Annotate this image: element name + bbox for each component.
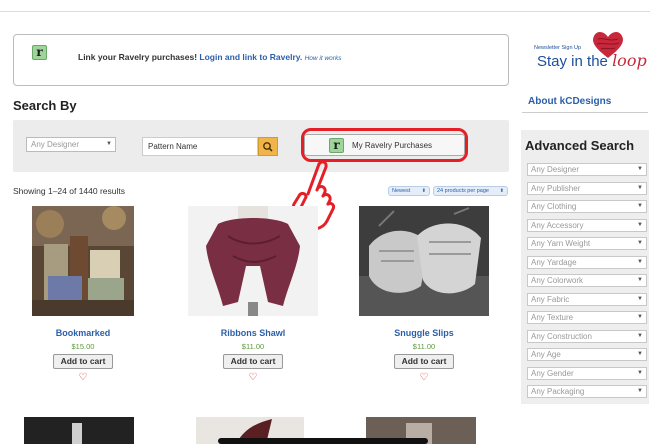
search-by-heading: Search By [13,98,77,113]
filter-publisher[interactable]: Any Publisher ▼ [527,181,647,195]
banner-message: Link your Ravelry purchases! Login and l… [78,52,341,62]
add-to-cart-button[interactable]: Add to cart [223,354,283,369]
filter-clothing[interactable]: Any Clothing ▼ [527,200,647,213]
product-image-bookmarked[interactable] [32,206,134,316]
advanced-search-title: Advanced Search [525,138,635,153]
chevron-down-icon: ⬍ [421,188,426,194]
ravelry-logo-icon: r [329,138,344,153]
chevron-down-icon: ▼ [637,240,643,246]
partial-image [24,417,134,444]
filter-yardage[interactable]: Any Yardage ▼ [527,255,647,269]
product-price: $11.00 [241,342,265,351]
newsletter-signup[interactable]: Newsletter Sign Up Stay in the loop [525,28,647,78]
horizontal-scrollbar[interactable] [218,438,428,444]
filter-value: Any Gender [531,368,574,378]
wishlist-heart-icon[interactable]: ♡ [198,372,308,383]
newsletter-title: Stay in the loop [537,51,647,70]
search-icon [263,142,273,152]
filter-value: Any Packaging [531,387,585,396]
product-image-partial[interactable] [24,417,134,444]
ravelry-purchases-label: My Ravelry Purchases [352,141,433,150]
filter-value: Any Yarn Weight [531,239,591,248]
product-name[interactable]: Bookmarked [28,328,138,338]
about-divider [522,112,648,113]
search-panel: Any Designer ▼ Pattern Name r My Ravelry… [13,120,509,172]
pattern-name-input[interactable]: Pattern Name [142,137,258,156]
sort-value: Newest [392,188,411,194]
filter-value: Any Texture [531,313,574,322]
product-name[interactable]: Ribbons Shawl [198,328,308,338]
wishlist-heart-icon[interactable]: ♡ [28,372,138,383]
add-to-cart-button[interactable]: Add to cart [394,354,454,369]
chevron-down-icon: ▼ [637,184,643,191]
chevron-down-icon: ▼ [637,258,643,265]
wishlist-heart-icon[interactable]: ♡ [369,372,479,383]
chevron-down-icon: ▼ [637,388,643,394]
filter-designer[interactable]: Any Designer ▼ [527,163,647,176]
filter-value: Any Colorwork [531,276,584,285]
per-page-value: 24 products per page [437,188,489,194]
product-image-snuggle-slips[interactable] [359,206,489,316]
ravelry-logo-icon: r [32,45,47,60]
chevron-down-icon: ▼ [637,295,643,302]
sort-select[interactable]: Newest ⬍ [388,186,430,196]
filter-construction[interactable]: Any Construction ▼ [527,329,647,343]
filter-accessory[interactable]: Any Accessory ▼ [527,218,647,232]
filter-age[interactable]: Any Age ▼ [527,348,647,361]
product-price: $11.00 [412,342,436,351]
filter-value: Any Publisher [531,183,581,193]
ravelry-purchases-button[interactable]: r My Ravelry Purchases [304,134,465,156]
banner-text: Link your Ravelry purchases! [78,52,198,62]
filter-value: Any Accessory [531,220,584,230]
product-card: Bookmarked $15.00 Add to cart ♡ [28,206,138,383]
designer-select-value: Any Designer [31,140,80,149]
newsletter-loop: loop [612,51,647,70]
about-link[interactable]: About kCDesigns [528,96,611,107]
login-link[interactable]: Login and link to Ravelry. [199,52,302,62]
chevron-down-icon: ▼ [106,141,112,147]
product-card: Ribbons Shawl $11.00 Add to cart ♡ [188,206,318,383]
designer-select[interactable]: Any Designer ▼ [26,137,116,152]
ravelry-link-banner: r Link your Ravelry purchases! Login and… [13,34,509,86]
chevron-down-icon: ▼ [637,351,643,357]
add-to-cart-button[interactable]: Add to cart [53,354,113,369]
books-image [32,206,134,316]
chevron-down-icon: ▼ [637,332,643,339]
filter-gender[interactable]: Any Gender ▼ [527,366,647,380]
product-card: Snuggle Slips $11.00 Add to cart ♡ [359,206,489,383]
results-count: Showing 1–24 of 1440 results [13,186,125,196]
product-image-ribbons-shawl[interactable] [188,206,318,316]
how-it-works-link[interactable]: How it works [305,55,342,62]
top-divider [0,11,650,12]
filter-fabric[interactable]: Any Fabric ▼ [527,292,647,306]
filter-value: Any Construction [531,331,592,341]
filter-texture[interactable]: Any Texture ▼ [527,311,647,324]
filter-value: Any Fabric [531,294,570,304]
slippers-image [359,206,489,316]
product-name[interactable]: Snuggle Slips [369,328,479,338]
chevron-down-icon: ▼ [637,166,643,172]
per-page-select[interactable]: 24 products per page ⬍ [433,186,508,196]
product-price: $15.00 [71,342,95,351]
chevron-down-icon: ⬍ [499,188,504,194]
chevron-down-icon: ▼ [637,277,643,283]
newsletter-main: Stay in the [537,53,608,70]
filter-value: Any Yardage [531,257,577,267]
advanced-search-panel: Advanced Search Any Designer ▼ Any Publis… [521,130,649,404]
filter-colorwork[interactable]: Any Colorwork ▼ [527,274,647,287]
filter-yarn-weight[interactable]: Any Yarn Weight ▼ [527,237,647,250]
search-button[interactable] [258,137,278,156]
filter-value: Any Age [531,350,561,359]
chevron-down-icon: ▼ [637,314,643,320]
chevron-down-icon: ▼ [637,203,643,209]
chevron-down-icon: ▼ [637,369,643,376]
filter-value: Any Clothing [531,202,577,211]
chevron-down-icon: ▼ [637,221,643,228]
filter-value: Any Designer [531,165,580,174]
filter-packaging[interactable]: Any Packaging ▼ [527,385,647,398]
shawl-image [188,206,318,316]
